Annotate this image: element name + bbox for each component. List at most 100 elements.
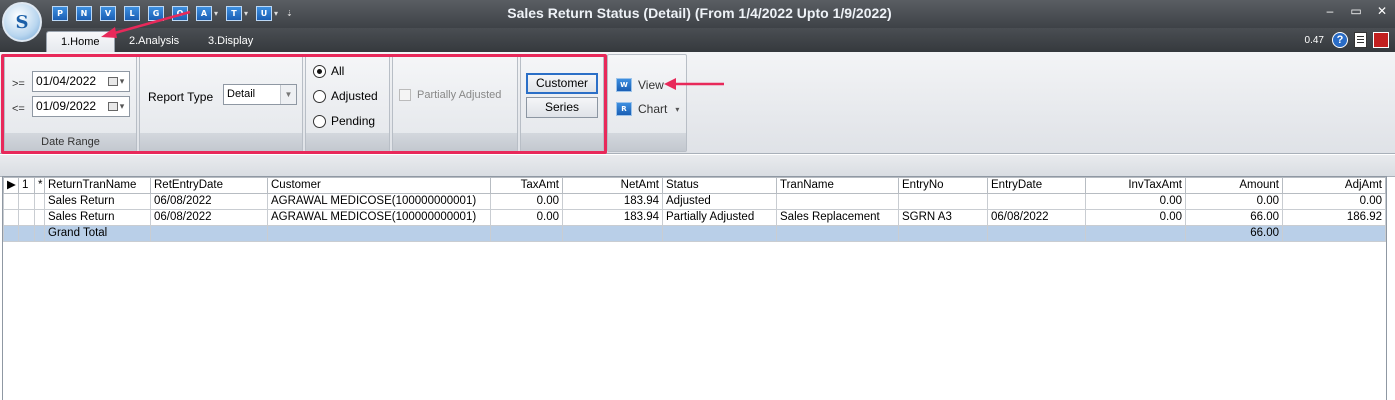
series-button[interactable]: Series bbox=[526, 97, 598, 118]
tab-analysis[interactable]: 2.Analysis bbox=[115, 31, 193, 52]
table-cell: 183.94 bbox=[562, 193, 663, 210]
partially-adjusted-checkbox[interactable]: Partially Adjusted bbox=[399, 89, 501, 101]
grand-total-row[interactable]: Grand Total 66.00 bbox=[3, 225, 1386, 242]
column-header-adj-amt[interactable]: AdjAmt bbox=[1282, 177, 1386, 194]
column-header-inv-tax-amt[interactable]: InvTaxAmt bbox=[1085, 177, 1186, 194]
radio-pending-label: Pending bbox=[331, 114, 376, 128]
table-cell bbox=[150, 225, 268, 242]
column-header-tran-name[interactable]: TranName bbox=[776, 177, 899, 194]
table-cell bbox=[776, 193, 899, 210]
table-cell: SGRN A3 bbox=[898, 209, 988, 226]
report-grid: ▶ 1 * ReturnTranName RetEntryDate Custom… bbox=[3, 177, 1386, 242]
table-cell bbox=[662, 225, 777, 242]
actions-group: W View R Chart ▾ bbox=[607, 54, 687, 152]
table-row[interactable]: Sales Return 06/08/2022 AGRAWAL MEDICOSE… bbox=[3, 209, 1386, 226]
view-button[interactable]: W View bbox=[616, 78, 664, 92]
column-header-tax-amt[interactable]: TaxAmt bbox=[490, 177, 563, 194]
window-title-text: Sales Return Status (Detail) bbox=[507, 5, 691, 21]
table-cell bbox=[898, 193, 988, 210]
calendar-dropdown-icon[interactable]: ▾ bbox=[105, 74, 127, 89]
table-cell: AGRAWAL MEDICOSE(100000000001) bbox=[267, 209, 491, 226]
from-date-input[interactable]: 01/04/2022 ▾ bbox=[32, 71, 130, 92]
table-cell bbox=[18, 225, 35, 242]
date-range-group: >= 01/04/2022 ▾ <= 01/09/2022 ▾ Date Ran… bbox=[4, 54, 137, 152]
table-cell: 186.92 bbox=[1282, 209, 1386, 226]
row-indicator-icon[interactable]: ▶ bbox=[3, 177, 19, 194]
tab-display[interactable]: 3.Display bbox=[194, 31, 267, 52]
zoom-value: 0.47 bbox=[1304, 34, 1324, 46]
column-header[interactable]: * bbox=[34, 177, 45, 194]
view-icon: W bbox=[616, 78, 632, 92]
table-cell bbox=[776, 225, 899, 242]
row-indicator[interactable] bbox=[3, 193, 19, 210]
app-logo-icon[interactable]: S bbox=[2, 2, 42, 42]
table-cell bbox=[490, 225, 563, 242]
column-header-ret-entry-date[interactable]: RetEntryDate bbox=[150, 177, 268, 194]
radio-pending-dot[interactable] bbox=[313, 114, 326, 128]
column-header-net-amt[interactable]: NetAmt bbox=[562, 177, 663, 194]
table-cell bbox=[1282, 225, 1386, 242]
radio-adjusted[interactable]: Adjusted bbox=[313, 89, 378, 103]
close-icon[interactable]: ✕ bbox=[1369, 4, 1395, 18]
to-date-input[interactable]: 01/09/2022 ▾ bbox=[32, 96, 130, 117]
chevron-down-icon[interactable]: ▾ bbox=[675, 105, 679, 114]
status-area: 0.47 ? bbox=[1305, 32, 1389, 48]
from-date-value: 01/04/2022 bbox=[36, 74, 97, 88]
maximize-icon[interactable]: ▭ bbox=[1343, 4, 1369, 18]
column-header-status[interactable]: Status bbox=[662, 177, 777, 194]
document-icon[interactable] bbox=[1354, 32, 1367, 48]
chart-label: Chart bbox=[638, 102, 668, 116]
column-header-return-tran-name[interactable]: ReturnTranName bbox=[44, 177, 151, 194]
table-cell: 06/08/2022 bbox=[150, 193, 268, 210]
customer-button[interactable]: Customer bbox=[526, 73, 598, 94]
table-cell bbox=[267, 225, 491, 242]
status-filter-group: All Adjusted Pending bbox=[305, 54, 390, 152]
table-cell: Sales Return bbox=[44, 193, 151, 210]
table-cell bbox=[1085, 225, 1186, 242]
chevron-down-icon[interactable]: ▼ bbox=[280, 85, 296, 104]
table-cell bbox=[987, 193, 1086, 210]
column-header[interactable]: 1 bbox=[18, 177, 35, 194]
row-indicator[interactable] bbox=[3, 209, 19, 226]
partially-adjusted-label: Partially Adjusted bbox=[417, 89, 502, 101]
column-header-customer[interactable]: Customer bbox=[267, 177, 491, 194]
radio-all-dot[interactable] bbox=[313, 64, 326, 78]
calendar-dropdown-icon[interactable]: ▾ bbox=[105, 99, 127, 114]
radio-adjusted-label: Adjusted bbox=[331, 89, 378, 103]
chart-button[interactable]: R Chart ▾ bbox=[616, 102, 679, 116]
title-bar: P N V L G O A ▾ T ▾ U ▾ ⇣ Sales Return S… bbox=[0, 0, 1395, 28]
grouping-group: Customer Series bbox=[520, 54, 604, 152]
window-controls: – ▭ ✕ bbox=[1317, 4, 1395, 18]
table-cell bbox=[562, 225, 663, 242]
table-cell: 0.00 bbox=[490, 193, 563, 210]
row-indicator[interactable] bbox=[3, 225, 19, 242]
table-cell: 0.00 bbox=[1085, 209, 1186, 226]
table-cell: Partially Adjusted bbox=[662, 209, 777, 226]
actions-group-label bbox=[608, 133, 686, 151]
report-type-select[interactable]: Detail ▼ bbox=[223, 84, 297, 105]
table-cell: 06/08/2022 bbox=[150, 209, 268, 226]
table-cell: 0.00 bbox=[1185, 193, 1283, 210]
column-header-amount[interactable]: Amount bbox=[1185, 177, 1283, 194]
table-cell: AGRAWAL MEDICOSE(100000000001) bbox=[267, 193, 491, 210]
radio-pending[interactable]: Pending bbox=[313, 114, 375, 128]
column-header-entry-no[interactable]: EntryNo bbox=[898, 177, 988, 194]
radio-all[interactable]: All bbox=[313, 64, 344, 78]
radio-adjusted-dot[interactable] bbox=[313, 89, 326, 103]
table-row[interactable]: Sales Return 06/08/2022 AGRAWAL MEDICOSE… bbox=[3, 193, 1386, 210]
minimize-icon[interactable]: – bbox=[1317, 4, 1343, 18]
column-header-entry-date[interactable]: EntryDate bbox=[987, 177, 1086, 194]
checkbox-box[interactable] bbox=[399, 89, 411, 101]
from-operator-label: >= bbox=[12, 78, 25, 90]
table-cell bbox=[34, 193, 45, 210]
table-cell: 06/08/2022 bbox=[987, 209, 1086, 226]
table-cell bbox=[34, 209, 45, 226]
to-date-value: 01/09/2022 bbox=[36, 99, 97, 113]
table-cell: 0.00 bbox=[1282, 193, 1386, 210]
help-icon[interactable]: ? bbox=[1332, 32, 1348, 48]
pdf-icon[interactable] bbox=[1373, 32, 1389, 48]
partial-adjust-group: Partially Adjusted bbox=[392, 54, 518, 152]
tab-home[interactable]: 1.Home bbox=[46, 31, 115, 52]
table-cell: 0.00 bbox=[490, 209, 563, 226]
table-cell: Sales Replacement bbox=[776, 209, 899, 226]
